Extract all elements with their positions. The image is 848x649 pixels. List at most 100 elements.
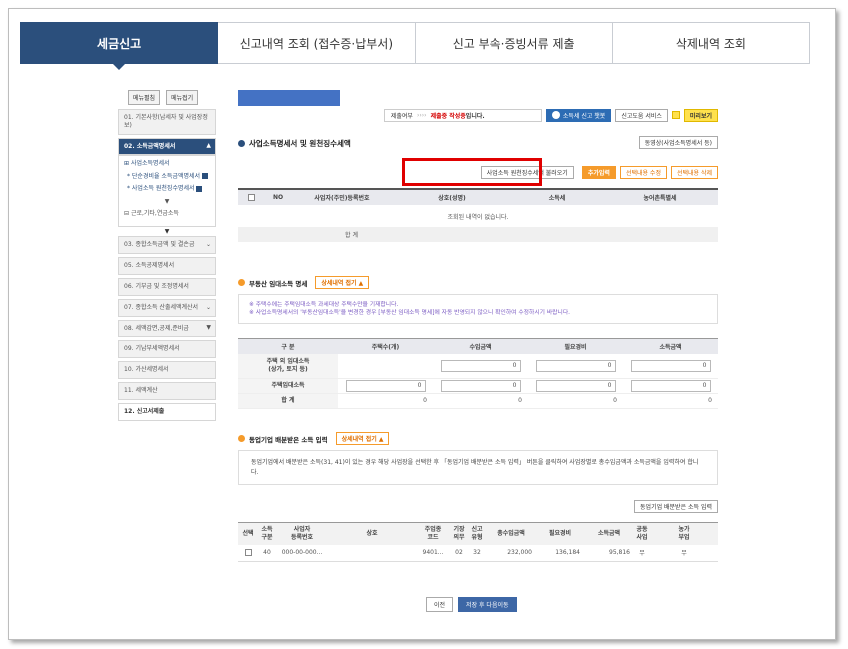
add-entry-button[interactable]: 추가입력	[581, 166, 616, 179]
cell-type: 40	[258, 545, 276, 562]
col-header: 소득세	[512, 190, 602, 205]
sidebar-sub-other-income[interactable]: ⊟ 근로,기타,연금소득	[124, 210, 210, 218]
status-value: 제출중 작성중	[430, 112, 466, 120]
sidebar-item-reduction[interactable]: 08. 세액감면,공제,준비금 ▼	[118, 319, 216, 338]
preview-icon[interactable]	[671, 108, 680, 122]
sidebar-item-basic-info[interactable]: 01. 기본사항(납세자 및 사업장정보)	[118, 109, 216, 135]
user-name-box	[238, 90, 340, 106]
highlight-box	[402, 158, 542, 186]
revenue-cell: 0	[433, 378, 528, 394]
tab-attachment-submit[interactable]: 신고 부속·증빙서류 제출	[415, 22, 613, 64]
sidebar-item-income-statement[interactable]: 02. 소득금액명세서 ▲	[118, 137, 216, 156]
video-button[interactable]: 동영상(사업소득명세서 등)	[638, 136, 718, 149]
total-house: 0	[338, 393, 433, 409]
row-select-cell	[238, 545, 258, 562]
section2-title-text: 부동산 임대소득 명세	[249, 279, 308, 288]
income-cell: 0	[623, 354, 718, 379]
tab-report-history[interactable]: 신고내역 조회 (접수증·납부서)	[218, 22, 416, 64]
sidebar-item-label: 06. 기부금 및 조정명세서	[124, 282, 189, 290]
partnership-table: 선택 소득 구분 사업자 등록번호 상호 주업종 코드 기장 의무 신고 유형 …	[238, 522, 718, 562]
revenue-cell: 0	[433, 354, 528, 379]
bullet-icon	[238, 140, 245, 147]
section2-title: 부동산 임대소득 명세 상세내역 접기 ▲	[238, 276, 370, 289]
section3-note: 동업기업에서 배분받은 소득(31, 41)이 있는 경우 해당 사업장을 선택…	[238, 450, 718, 486]
total-label: 합 계	[238, 227, 392, 242]
preview-button[interactable]: 미리보기	[683, 108, 718, 122]
total-empty	[392, 227, 718, 242]
col-header: 필요경비	[536, 523, 584, 545]
empty-message: 조회된 내역이 없습니다.	[447, 213, 509, 221]
sidebar-item-label: 09. 기납부세액명세서	[124, 345, 180, 353]
chevron-down-icon: ⌄	[205, 241, 211, 249]
col-header: 주택수(개)	[338, 339, 433, 354]
chevron-down-icon: ▼	[164, 197, 170, 205]
cell-reg: 000-00-000...	[276, 545, 328, 562]
row-checkbox[interactable]	[244, 549, 252, 557]
sidebar-item-comprehensive-income[interactable]: 03. 종합소득금액 및 결손금 ⌄	[118, 236, 216, 255]
sidebar-item-donation[interactable]: 06. 기부금 및 조정명세서	[118, 277, 216, 296]
sidebar-sub-label: 근로,기타,연금소득	[130, 209, 179, 217]
col-header: 소득금액	[623, 339, 718, 354]
delete-selected-button[interactable]: 선택내용 삭제	[670, 166, 718, 179]
sidebar-item-submit[interactable]: 12. 신고서제출	[118, 402, 216, 421]
col-header: 농가 부업	[650, 523, 718, 545]
section1-title: 사업소득명세서 및 원천징수세액	[238, 138, 351, 149]
tab-deleted-history[interactable]: 삭제내역 조회	[612, 22, 810, 64]
cell-income: 95,816	[584, 545, 634, 562]
chevron-down-icon: ⌄	[205, 303, 211, 311]
expense-input[interactable]: 0	[535, 359, 616, 372]
sidebar-sub-label: * 단순경비율 소득금액명세서	[127, 172, 201, 180]
col-header: 소득 구분	[258, 523, 276, 545]
collapse-all-button[interactable]: 메뉴접기	[166, 90, 199, 105]
chevron-down-icon: ▼	[164, 228, 170, 236]
save-next-button[interactable]: 저장 후 다음이동	[458, 597, 517, 612]
select-all-checkbox[interactable]	[247, 194, 255, 201]
revenue-input[interactable]: 0	[440, 379, 521, 392]
sidebar-item-penalty[interactable]: 10. 가산세명세서	[118, 361, 216, 379]
expense-cell: 0	[528, 354, 623, 379]
row-label: 합 계	[238, 393, 338, 409]
sidebar-submenu: ⊞ 사업소득명세서 * 단순경비율 소득금액명세서 * 사업소득 원천징수명세서…	[118, 155, 216, 228]
sidebar-sub-simple-expense[interactable]: * 단순경비율 소득금액명세서	[124, 173, 210, 181]
table-row[interactable]: 40 000-00-000... 9401... 02 32 232,000 1…	[238, 545, 718, 562]
col-header: 농어촌특별세	[602, 190, 718, 205]
section2-collapse-button[interactable]: 상세내역 접기 ▲	[315, 276, 370, 289]
guide-service-button[interactable]: 신고도움 서비스	[615, 108, 668, 122]
sidebar-item-tax-compute[interactable]: 11. 세액계산	[118, 381, 216, 400]
col-header: 사업자(주민)등록번호	[292, 190, 392, 205]
sidebar-item-deduction[interactable]: 05. 소득공제명세서	[118, 257, 216, 275]
tab-tax-report[interactable]: 세금신고	[20, 22, 219, 70]
status-suffix: 입니다.	[465, 112, 485, 120]
rental-income-table: 구 분 주택수(개) 수입금액 필요경비 소득금액 주택 외 임대소득 (상가,…	[238, 338, 718, 409]
sidebar-sub-withholding[interactable]: * 사업소득 원천징수명세서	[124, 185, 210, 193]
sidebar-item-prepaid[interactable]: 09. 기납부세액명세서	[118, 340, 216, 359]
expand-all-button[interactable]: 메뉴펼침	[128, 90, 161, 105]
prev-button[interactable]: 이전	[426, 597, 454, 612]
col-header: 사업자 등록번호	[276, 523, 328, 545]
sidebar-sub-label: * 사업소득 원천징수명세서	[127, 185, 195, 193]
col-header: 구 분	[238, 339, 338, 354]
income-input[interactable]: 0	[630, 379, 711, 392]
col-header: 소득금액	[584, 523, 634, 545]
cell-duty: 02	[450, 545, 468, 562]
col-header: 총수입금액	[486, 523, 536, 545]
chevron-up-icon: ▲	[206, 142, 211, 150]
house-count-input[interactable]: 0	[345, 379, 426, 392]
chatbot-button[interactable]: 소득세 신고 챗봇	[545, 108, 612, 122]
sidebar-item-tax-calc[interactable]: 07. 종합소득 산출세액계산서 ⌄	[118, 298, 216, 317]
sidebar-sub-business-income[interactable]: ⊞ 사업소득명세서	[124, 160, 210, 168]
select-all-cell	[238, 190, 264, 205]
col-header: 공동 사업	[634, 523, 650, 545]
income-input[interactable]: 0	[630, 359, 711, 372]
chatbot-label: 소득세 신고 챗봇	[562, 112, 606, 120]
edit-selected-button[interactable]: 선택내용 수정	[619, 166, 667, 179]
partnership-income-button[interactable]: 동업기업 배분받은 소득 입력	[634, 500, 718, 513]
section3-collapse-button[interactable]: 상세내역 접기 ▲	[335, 432, 390, 445]
expense-input[interactable]: 0	[535, 379, 616, 392]
col-header: 상호(성명)	[392, 190, 512, 205]
sidebar-item-label: 03. 종합소득금액 및 결손금	[124, 241, 195, 249]
submit-status: 제출여부 ›››› 제출중 작성중 입니다.	[383, 108, 542, 122]
revenue-input[interactable]: 0	[440, 359, 521, 372]
col-header: NO	[264, 190, 292, 205]
bullet-icon	[238, 279, 245, 286]
